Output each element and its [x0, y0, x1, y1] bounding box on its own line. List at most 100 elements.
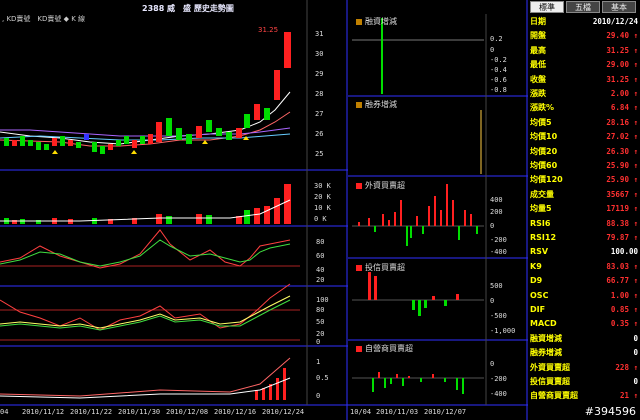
quote-key: MACD	[530, 319, 557, 329]
rsi-tick: 20	[316, 330, 325, 338]
quote-row: 均價5 28.16 ↑	[528, 116, 640, 129]
quote-row: 融資增減 0	[528, 332, 640, 345]
sub-tick: -200	[490, 236, 507, 244]
quote-row: 最高 31.25 ↑	[528, 44, 640, 57]
tab-five-levels[interactable]: 五檔	[566, 1, 600, 13]
x-axis-label: 2010/12/16	[214, 408, 257, 416]
price-tick: 29	[315, 70, 324, 78]
quote-value: 2.00 ↑	[610, 89, 638, 98]
sub-tick: 0	[490, 46, 495, 54]
quote-key: 融券增減	[530, 348, 562, 358]
quote-value: 1.00 ↑	[610, 290, 638, 300]
watermark: #394596	[584, 405, 636, 418]
quote-key: 融資增減	[530, 333, 562, 343]
quote-value: 27.02 ↑	[606, 132, 638, 142]
quote-row: RSI6 88.38 ↑	[528, 217, 640, 230]
quote-value: 83.03 ↑	[606, 261, 638, 271]
sub-tick: 0	[490, 360, 495, 368]
quote-value: 21 ↑	[619, 391, 638, 401]
macd-tick: 0	[316, 392, 321, 400]
kd-lines	[0, 229, 300, 269]
volume-tick: 20 K	[314, 193, 331, 201]
x-axis-label: 2010/11/30	[118, 408, 161, 416]
quote-key: 開盤	[530, 31, 546, 41]
sub-tick: -400	[490, 248, 507, 256]
quote-value: 17119 ↑	[606, 204, 638, 214]
rsi-tick: 80	[316, 306, 325, 314]
quote-key: 投信買賣超	[530, 377, 570, 386]
quote-key: 均量5	[530, 204, 552, 214]
macd-tick: 0.5	[316, 374, 329, 382]
quote-row: K9 83.03 ↑	[528, 260, 640, 273]
quote-key: 均價120	[530, 175, 563, 185]
quote-key: 均價10	[530, 132, 558, 142]
sub-panel-title: 外資買賣超	[356, 180, 405, 191]
price-tick: 31	[315, 30, 324, 38]
quote-row: 融券增減 0	[528, 346, 640, 359]
price-tick: 26	[315, 130, 324, 138]
quote-value: 79.87 ↑	[606, 233, 638, 242]
quote-value: 25.90 ↑	[606, 175, 638, 185]
quote-key: 最高	[530, 45, 546, 55]
sub-panel-title: 融資增減	[356, 16, 397, 27]
quote-value: 31.25 ↑	[606, 45, 638, 55]
quote-value: 35667 ↑	[606, 189, 638, 199]
quote-value: 228 ↑	[615, 362, 638, 372]
x-axis-label: 2010/12/08	[166, 408, 209, 416]
volume-tick: 10 K	[314, 204, 331, 212]
quote-row: 投信買賣超 0	[528, 375, 640, 388]
rsi-tick: 100	[316, 296, 329, 304]
quote-value: 88.38 ↑	[606, 218, 638, 228]
volume-tick: 0 K	[314, 215, 327, 223]
quote-row: 成交量 35667 ↑	[528, 188, 640, 201]
sub-panel-title: 投信買賣超	[356, 262, 405, 273]
quote-row: MACD 0.35 ↑	[528, 317, 640, 330]
sub-tick: 0	[490, 297, 495, 305]
macd-tick: 1	[316, 358, 321, 366]
quote-row: 外資買賣超 228 ↑	[528, 361, 640, 374]
quote-row: 最低 29.00 ↑	[528, 58, 640, 71]
quote-value: 6.84 ↑	[610, 103, 638, 113]
price-tick: 27	[315, 110, 324, 118]
sub-tick: 400	[490, 196, 503, 204]
price-tick: 25	[315, 150, 324, 158]
quote-key: 外資買賣超	[530, 362, 570, 372]
volume-tick: 30 K	[314, 182, 331, 190]
sub-x-label: 2010/12/07	[424, 408, 467, 416]
tab-basic[interactable]: 基本	[602, 1, 636, 13]
sub-tick: 0	[490, 222, 495, 230]
kd-tick: 80	[316, 238, 325, 246]
quote-row: 收盤 31.25 ↑	[528, 73, 640, 86]
quote-row: RSI12 79.87 ↑	[528, 231, 640, 244]
quote-key: OSC	[530, 290, 549, 300]
tab-standard[interactable]: 標準	[530, 1, 564, 13]
quote-key: 漲跌%	[530, 103, 555, 113]
volume-bars	[0, 184, 291, 224]
sub-tick: 200	[490, 208, 503, 216]
quote-value: 28.16 ↑	[606, 117, 638, 127]
sub-panel-title: 融券增減	[356, 99, 397, 110]
price-tick: 30	[315, 50, 324, 58]
quote-key: 漲跌	[530, 89, 546, 98]
trust-bars	[352, 272, 484, 316]
quote-key: 日期	[530, 17, 546, 26]
quote-value: 66.77 ↑	[606, 276, 638, 286]
quote-row: RSV 100.00	[528, 245, 640, 258]
rsi-tick: 0	[316, 338, 321, 346]
kd-tick: 40	[316, 266, 325, 274]
quote-key: 均價20	[530, 146, 558, 156]
quote-value: 0.35 ↑	[610, 319, 638, 329]
sub-tick: -0.6	[490, 76, 507, 84]
sub-x-label: 10/04	[350, 408, 372, 416]
quote-key: RSV	[530, 247, 549, 257]
quote-value: 25.90 ↑	[606, 161, 638, 170]
quote-row: 均價20 26.30 ↑	[528, 145, 640, 158]
sub-tick: -0.4	[490, 66, 507, 74]
quote-value: 0	[633, 333, 638, 343]
sub-tick: 0.2	[490, 35, 503, 43]
quote-value: 29.00 ↑	[606, 60, 638, 70]
sub-tick: -200	[490, 375, 507, 383]
sub-tick: -0.8	[490, 86, 507, 94]
foreign-bars	[352, 184, 484, 246]
quote-row: OSC 1.00 ↑	[528, 289, 640, 302]
